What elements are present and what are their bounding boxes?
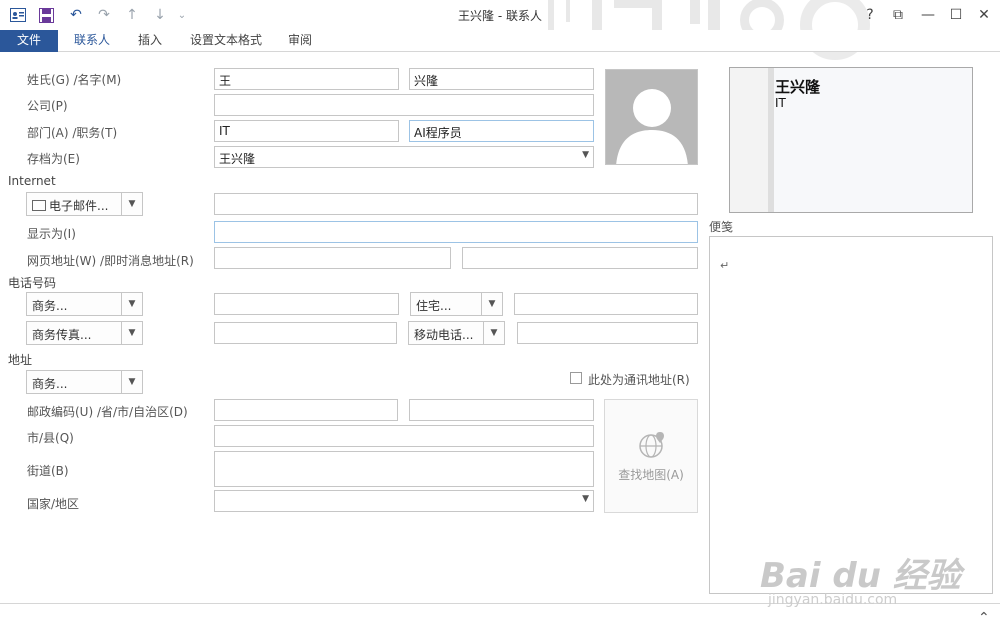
- first-name-input[interactable]: 兴隆: [409, 68, 594, 90]
- email-input[interactable]: [214, 193, 698, 215]
- window-title: 王兴隆 - 联系人: [458, 9, 542, 23]
- address-type-dropdown[interactable]: ▼: [121, 370, 143, 394]
- phone4-button[interactable]: 移动电话...: [408, 321, 484, 345]
- phone2-input[interactable]: [514, 293, 698, 315]
- address-section-label: 地址: [8, 353, 33, 367]
- tab-file[interactable]: 文件: [0, 30, 58, 52]
- mailing-address-label: 此处为通讯地址(R): [588, 373, 690, 387]
- name-label: 姓氏(G) /名字(M): [27, 73, 122, 87]
- notes-label: 便笺: [709, 220, 734, 234]
- last-name-input[interactable]: 王: [214, 68, 399, 90]
- company-input[interactable]: [214, 94, 594, 116]
- address-type-button[interactable]: 商务...: [26, 370, 122, 394]
- city-input[interactable]: [214, 425, 594, 447]
- im-address-input[interactable]: [462, 247, 698, 269]
- file-as-label: 存档为(E): [27, 152, 80, 166]
- display-as-label: 显示为(I): [27, 227, 76, 241]
- ribbon-display-button[interactable]: ⧉: [886, 4, 910, 26]
- tab-format-text[interactable]: 设置文本格式: [180, 30, 272, 52]
- job-title-input[interactable]: AI程序员: [409, 120, 594, 142]
- phone2-type-dropdown[interactable]: ▼: [481, 292, 503, 316]
- company-label: 公司(P): [27, 99, 68, 113]
- phone1-type-dropdown[interactable]: ▼: [121, 292, 143, 316]
- email-type-dropdown[interactable]: ▼: [121, 192, 143, 216]
- find-map-label: 查找地图(A): [618, 468, 684, 482]
- watermark: Bai du 经验 jingyan.baidu.com: [760, 528, 990, 618]
- find-map-button[interactable]: 查找地图(A): [604, 399, 698, 513]
- web-page-input[interactable]: [214, 247, 451, 269]
- maximize-button[interactable]: ☐: [944, 4, 968, 26]
- email-button[interactable]: 电子邮件...: [26, 192, 122, 216]
- phone3-button[interactable]: 商务传真...: [26, 321, 122, 345]
- phone1-button[interactable]: 商务...: [26, 292, 122, 316]
- business-card[interactable]: 王兴隆 IT: [729, 67, 973, 213]
- postal-label: 邮政编码(U) /省/市/自治区(D): [27, 405, 188, 419]
- title-bar: ↶ ↷ ↑ ↓ ⌄ 王兴隆 - 联系人 ? ⧉ — ☐ ✕: [0, 0, 1000, 60]
- web-label: 网页地址(W) /即时消息地址(R): [27, 254, 194, 268]
- country-dropdown[interactable]: ▼: [214, 490, 594, 512]
- minimize-button[interactable]: —: [916, 4, 940, 26]
- display-as-input[interactable]: [214, 221, 698, 243]
- close-button[interactable]: ✕: [972, 4, 996, 26]
- file-as-dropdown[interactable]: 王兴隆 ▼: [214, 146, 594, 168]
- chevron-down-icon: ▼: [582, 150, 589, 160]
- chevron-down-icon: ▼: [582, 494, 589, 504]
- phone4-type-dropdown[interactable]: ▼: [483, 321, 505, 345]
- phone4-input[interactable]: [517, 322, 698, 344]
- mailing-address-checkbox[interactable]: [570, 372, 582, 384]
- phone1-input[interactable]: [214, 293, 399, 315]
- phone2-button[interactable]: 住宅...: [410, 292, 482, 316]
- tab-contact[interactable]: 联系人: [64, 30, 120, 52]
- card-department: IT: [775, 96, 786, 110]
- email-button-label: 电子邮件...: [49, 199, 109, 213]
- watermark-url: jingyan.baidu.com: [768, 592, 898, 608]
- globe-pin-icon: [639, 432, 664, 458]
- paragraph-mark: ↵: [720, 259, 730, 272]
- file-as-value: 王兴隆: [219, 152, 256, 166]
- country-label: 国家/地区: [27, 497, 80, 511]
- tab-insert[interactable]: 插入: [128, 30, 172, 52]
- phone-section-label: 电话号码: [8, 276, 57, 290]
- address-book-icon: [32, 200, 46, 211]
- city-label: 市/县(Q): [27, 431, 74, 445]
- street-label: 街道(B): [27, 464, 69, 478]
- ribbon-tabs: 文件 联系人 插入 设置文本格式 审阅: [0, 30, 1000, 52]
- street-input[interactable]: [214, 451, 594, 487]
- person-silhouette-icon: [616, 89, 688, 164]
- contact-photo[interactable]: [605, 69, 698, 165]
- postal-code-input[interactable]: [214, 399, 398, 421]
- department-input[interactable]: IT: [214, 120, 399, 142]
- tab-review[interactable]: 审阅: [278, 30, 322, 52]
- watermark-brand: Bai du 经验: [760, 556, 961, 596]
- phone3-type-dropdown[interactable]: ▼: [121, 321, 143, 345]
- card-name: 王兴隆: [775, 78, 821, 96]
- phone3-input[interactable]: [214, 322, 397, 344]
- internet-section-label: Internet: [8, 174, 56, 188]
- department-label: 部门(A) /职务(T): [27, 126, 118, 140]
- province-input[interactable]: [409, 399, 594, 421]
- help-button[interactable]: ?: [858, 4, 882, 26]
